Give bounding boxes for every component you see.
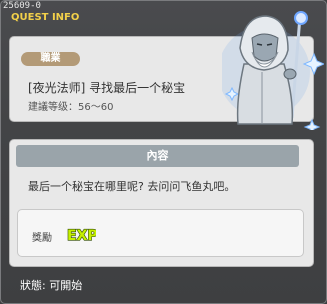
job-badge: 職業	[21, 52, 80, 66]
npc-portrait	[222, 11, 324, 130]
reward-label: 獎勵	[32, 233, 52, 244]
exp-icon-text: EXP	[67, 228, 96, 243]
exp-icon: EXP	[66, 227, 96, 243]
quest-name: [夜光法师] 寻找最后一个秘宝	[28, 81, 186, 95]
window-title: QUEST INFO	[11, 12, 80, 23]
content-section-header: 內容	[16, 145, 299, 167]
reward-box	[17, 209, 304, 257]
quest-description: 最后一个秘宝在哪里呢? 去问问飞鱼丸吧。	[28, 180, 236, 193]
window-id: 25609-0	[3, 1, 41, 11]
recommended-level: 建議等级：56～60	[28, 102, 114, 113]
quest-status: 狀態: 可開始	[20, 279, 83, 292]
